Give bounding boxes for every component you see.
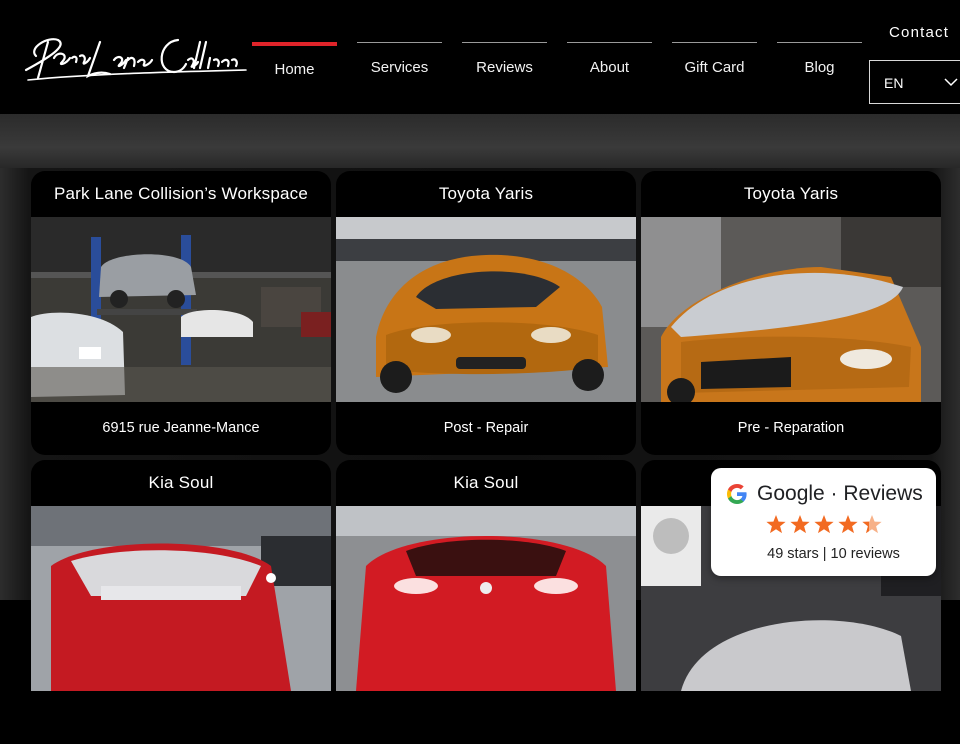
red-car-damaged-photo [31, 506, 331, 691]
card-caption: Pre - Reparation [737, 420, 845, 436]
card-title: Kia Soul [148, 473, 214, 492]
nav-item-about[interactable]: About [567, 42, 652, 91]
hero-band [0, 114, 960, 170]
nav-label: Gift Card [684, 59, 745, 76]
card-caption [641, 691, 941, 744]
widget-brand: Google [757, 482, 825, 505]
widget-title: Google · Reviews [757, 482, 923, 506]
nav-label: Reviews [476, 59, 533, 76]
star-icon [766, 515, 786, 534]
star-icon [838, 515, 858, 534]
site-header: Home Services Reviews About Gift Card Bl… [0, 0, 960, 114]
nav-item-home[interactable]: Home [252, 42, 337, 91]
gallery-card[interactable]: Kia Soul [336, 460, 636, 744]
card-caption [31, 691, 331, 744]
card-caption: 6915 rue Jeanne-Mance [102, 420, 260, 436]
contact-link[interactable]: Contact [889, 24, 949, 41]
red-car-repaired-photo [336, 506, 636, 691]
nav-label: Services [370, 59, 429, 76]
nav-label: About [589, 59, 630, 76]
chevron-down-icon [944, 78, 958, 87]
card-title: Toyota Yaris [743, 184, 839, 203]
language-value: EN [884, 75, 904, 91]
star-icon [790, 515, 810, 534]
nav-item-blog[interactable]: Blog [777, 42, 862, 91]
orange-car-damaged-photo [641, 217, 941, 402]
card-title: Park Lane Collision’s Workspace [53, 184, 309, 203]
nav-item-services[interactable]: Services [357, 42, 442, 91]
nav-label: Home [274, 61, 315, 78]
google-reviews-widget[interactable]: Google · Reviews 49 stars | 10 reviews [711, 468, 936, 576]
star-rating [766, 515, 882, 534]
language-select[interactable]: EN [869, 60, 960, 104]
card-caption: Post - Repair [443, 420, 529, 436]
nav-item-reviews[interactable]: Reviews [462, 42, 547, 91]
gallery-card[interactable]: Kia Soul [31, 460, 331, 744]
gallery-card[interactable]: Park Lane Collision’s Workspace 6915 rue… [31, 171, 331, 455]
card-title: Toyota Yaris [438, 184, 534, 203]
garage-workspace-photo [31, 217, 331, 402]
gallery-card[interactable]: Toyota Yaris Post - Repair [336, 171, 636, 455]
widget-label: Reviews [843, 482, 923, 505]
review-summary: 49 stars | 10 reviews [767, 546, 900, 562]
card-caption [336, 691, 636, 744]
google-g-icon [727, 484, 747, 504]
nav-label: Blog [804, 59, 835, 76]
gallery-card[interactable]: Toyota Yaris Pre - Reparation [641, 171, 941, 455]
orange-car-repaired-photo [336, 217, 636, 402]
nav-item-gift-card[interactable]: Gift Card [672, 42, 757, 91]
park-lane-collision-logo[interactable] [18, 28, 248, 88]
widget-separator: · [824, 482, 844, 505]
star-icon [814, 515, 834, 534]
card-title: Kia Soul [453, 473, 519, 492]
